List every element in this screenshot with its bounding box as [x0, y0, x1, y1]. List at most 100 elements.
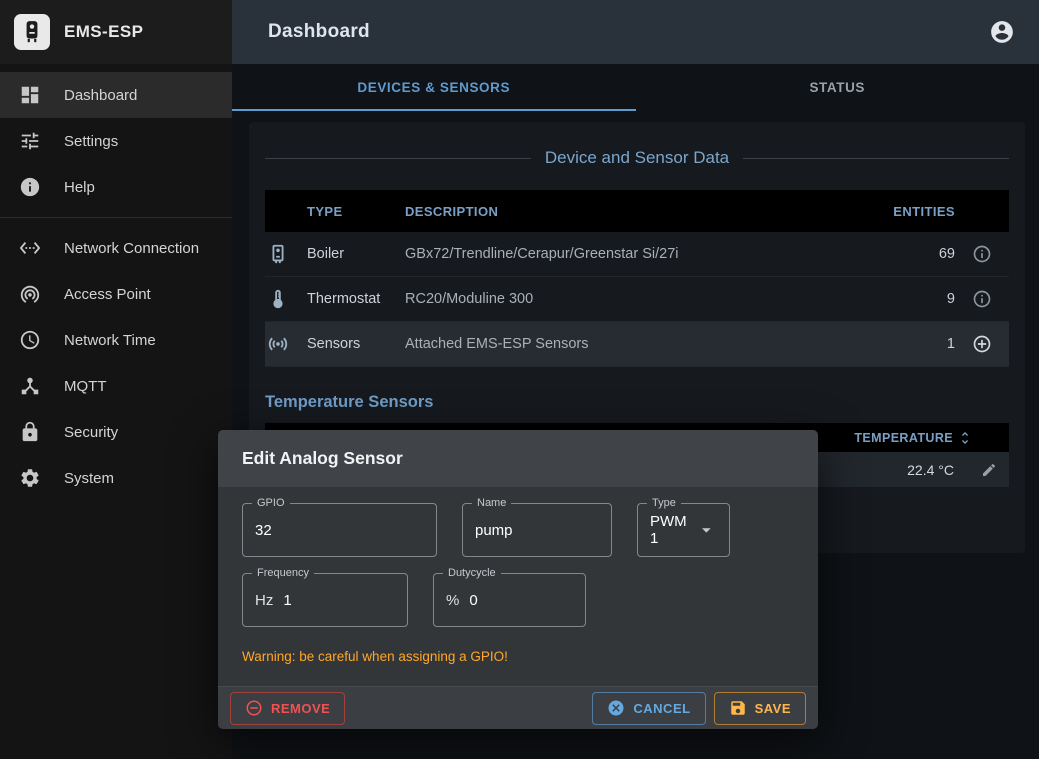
sidebar-item-dashboard[interactable]: Dashboard	[0, 72, 232, 118]
table-row-thermostat[interactable]: Thermostat RC20/Moduline 300 9	[265, 277, 1009, 322]
sidebar-nav: Dashboard Settings Help Network Connecti…	[0, 64, 232, 501]
cancel-button-label: CANCEL	[633, 701, 690, 716]
remove-circle-icon	[245, 699, 263, 717]
dutycycle-label: Dutycycle	[443, 567, 501, 580]
tab-status[interactable]: STATUS	[636, 64, 1039, 111]
tabs: DEVICES & SENSORS STATUS	[232, 64, 1039, 111]
sidebar-item-security[interactable]: Security	[0, 409, 232, 455]
wifi-tethering-icon	[19, 283, 41, 305]
device-table-header: TYPE DESCRIPTION ENTITIES	[265, 190, 1009, 232]
dutycycle-unit: %	[446, 592, 459, 609]
device-description: GBx72/Trendline/Cerapur/Greenstar Si/27i	[405, 246, 865, 262]
type-value: PWM 1	[650, 513, 696, 547]
device-description: RC20/Moduline 300	[405, 291, 865, 307]
thermostat-icon	[267, 288, 289, 310]
cancel-button[interactable]: CANCEL	[592, 692, 705, 725]
app-bar: Dashboard	[232, 0, 1039, 64]
sidebar-item-label: System	[64, 470, 114, 487]
frequency-unit: Hz	[255, 592, 273, 609]
sidebar: EMS-ESP Dashboard Settings Help Network …	[0, 0, 232, 759]
sidebar-header: EMS-ESP	[0, 0, 232, 64]
table-row-sensors[interactable]: Sensors Attached EMS-ESP Sensors 1	[265, 322, 1009, 367]
sidebar-item-label: Access Point	[64, 286, 151, 303]
tune-icon	[19, 130, 41, 152]
sidebar-item-label: Network Connection	[64, 240, 199, 257]
ethernet-icon	[19, 237, 41, 259]
boiler-logo-icon	[19, 19, 45, 45]
device-entities: 1	[865, 336, 955, 352]
table-row-boiler[interactable]: Boiler GBx72/Trendline/Cerapur/Greenstar…	[265, 232, 1009, 277]
ems-esp-logo	[14, 14, 50, 50]
device-description: Attached EMS-ESP Sensors	[405, 336, 865, 352]
device-entities: 9	[865, 291, 955, 307]
name-label: Name	[472, 497, 511, 510]
screen: EMS-ESP Dashboard Settings Help Network …	[0, 0, 1039, 759]
sidebar-item-network-connection[interactable]: Network Connection	[0, 225, 232, 271]
col-header-entities: ENTITIES	[865, 204, 955, 219]
save-button-label: SAVE	[755, 701, 791, 716]
section-title: Device and Sensor Data	[545, 148, 729, 168]
info-outline-icon[interactable]	[972, 244, 992, 264]
sidebar-item-access-point[interactable]: Access Point	[0, 271, 232, 317]
gear-icon	[19, 467, 41, 489]
sidebar-item-system[interactable]: System	[0, 455, 232, 501]
info-outline-icon[interactable]	[972, 289, 992, 309]
remove-button[interactable]: REMOVE	[230, 692, 345, 725]
tab-label: DEVICES & SENSORS	[357, 80, 510, 95]
device-entities: 69	[865, 246, 955, 262]
sidebar-item-settings[interactable]: Settings	[0, 118, 232, 164]
gpio-field[interactable]: GPIO	[242, 503, 437, 557]
chevron-down-icon	[696, 519, 717, 541]
edit-pencil-icon[interactable]	[981, 462, 997, 478]
cancel-circle-icon	[607, 699, 625, 717]
dialog-title: Edit Analog Sensor	[218, 430, 818, 487]
dialog-actions: REMOVE CANCEL SAVE	[218, 686, 818, 729]
account-button[interactable]	[985, 15, 1019, 49]
sidebar-item-help[interactable]: Help	[0, 164, 232, 210]
device-type: Boiler	[307, 246, 405, 262]
add-circle-outline-icon[interactable]	[972, 334, 992, 354]
name-field[interactable]: Name	[462, 503, 612, 557]
col-header-type: TYPE	[307, 204, 405, 219]
sidebar-item-network-time[interactable]: Network Time	[0, 317, 232, 363]
tab-devices-sensors[interactable]: DEVICES & SENSORS	[232, 64, 636, 111]
account-circle-icon	[989, 19, 1015, 45]
temperature-value: 22.4 °C	[907, 462, 954, 478]
sidebar-item-label: Network Time	[64, 332, 156, 349]
col-header-description: DESCRIPTION	[405, 204, 865, 219]
sidebar-item-label: Help	[64, 179, 95, 196]
remove-button-label: REMOVE	[271, 701, 330, 716]
gpio-label: GPIO	[252, 497, 290, 510]
type-label: Type	[647, 497, 681, 510]
dutycycle-field[interactable]: Dutycycle %	[433, 573, 586, 627]
tab-label: STATUS	[809, 80, 865, 95]
section-title-divider: Device and Sensor Data	[265, 148, 1009, 168]
sidebar-item-mqtt[interactable]: MQTT	[0, 363, 232, 409]
sidebar-item-label: MQTT	[64, 378, 107, 395]
clock-icon	[19, 329, 41, 351]
frequency-input[interactable]	[283, 592, 395, 609]
temperature-sensors-heading: Temperature Sensors	[265, 393, 1009, 412]
sidebar-item-label: Dashboard	[64, 87, 137, 104]
dutycycle-input[interactable]	[469, 592, 573, 609]
info-icon	[19, 176, 41, 198]
lock-icon	[19, 421, 41, 443]
save-button[interactable]: SAVE	[714, 692, 806, 725]
col-header-temperature: TEMPERATURE	[854, 431, 953, 445]
tab-indicator	[232, 109, 636, 111]
device-table: TYPE DESCRIPTION ENTITIES Boiler GBx72/T…	[265, 190, 1009, 367]
edit-analog-sensor-dialog: Edit Analog Sensor GPIO Name Type PWM 1	[218, 430, 818, 729]
save-floppy-icon	[729, 699, 747, 717]
brand-name: EMS-ESP	[64, 22, 143, 42]
gpio-warning-text: Warning: be careful when assigning a GPI…	[242, 649, 794, 664]
name-input[interactable]	[475, 522, 599, 539]
frequency-field[interactable]: Frequency Hz	[242, 573, 408, 627]
sidebar-divider	[0, 217, 232, 218]
sidebar-item-label: Settings	[64, 133, 118, 150]
device-type: Sensors	[307, 336, 405, 352]
frequency-label: Frequency	[252, 567, 314, 580]
page-title: Dashboard	[268, 21, 370, 43]
sensors-icon	[267, 333, 289, 355]
type-select[interactable]: Type PWM 1	[637, 503, 730, 557]
gpio-input[interactable]	[255, 522, 424, 539]
